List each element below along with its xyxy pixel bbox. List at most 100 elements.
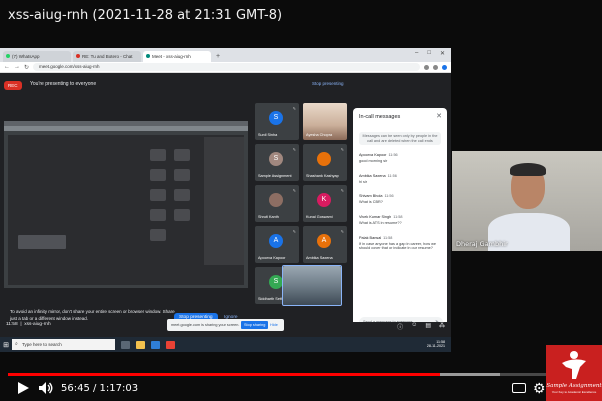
profile-avatar[interactable] [442,64,447,70]
presenter-hair [510,163,546,176]
tab-label: (7) WhatsApp [12,54,40,59]
browser-tabstrip: (7) WhatsApp RE: Tu and Botero - Chat Me… [0,48,451,62]
file-explorer-icon[interactable] [136,340,145,349]
participant-avatar: K [317,193,331,207]
chat-message: Apoorva Kapoor 11:56 good morning sir [359,153,443,163]
chrome-icon[interactable] [166,340,175,349]
infinity-mirror-preview [4,121,248,288]
message-time: 11:56 [384,194,394,198]
participant-tile[interactable]: K ✎ Kunal Goswami [303,185,347,222]
participant-avatar: S [269,111,283,125]
window-controls: – □ ✕ [415,50,445,57]
clock-date: 28-11-2021 [426,344,445,349]
pin-icon[interactable]: ✎ [341,188,344,193]
message-sender: Ambika Saxena [359,174,386,178]
message-text: good morning sir [359,158,388,163]
forward-icon[interactable]: → [14,64,20,70]
participant-avatar: S [269,152,283,166]
participant-tile[interactable]: S ✎ Sample Assignment [255,144,299,181]
subtitles-icon[interactable] [512,383,526,393]
mirror-tile [174,149,190,161]
participant-avatar: A [317,234,331,248]
pin-icon[interactable]: ✎ [341,229,344,234]
close-icon[interactable]: ✕ [440,50,445,57]
tab-label: RE: Tu and Botero - Chat [82,54,133,59]
participant-tile[interactable]: A ✎ Ambika Saxena [303,226,347,263]
message-sender: Vivek Kumar Singh [359,215,392,219]
tab-label: Meet - xss-aiug-rnh [152,54,191,59]
progress-buffered [440,373,500,376]
meeting-code: xss-aiug-rnh [24,322,51,327]
message-time: 11:56 [387,174,397,178]
pin-icon[interactable]: ✎ [293,106,296,111]
message-time: 11:58 [393,215,403,219]
minimize-icon[interactable]: – [415,50,418,57]
info-icon[interactable]: ⓘ [397,322,403,331]
stop-sharing-button[interactable]: Stop sharing [241,321,269,329]
extension-icon[interactable] [424,64,429,70]
volume-icon[interactable] [38,381,54,395]
mirror-tile [174,189,190,201]
address-bar: ← → ↻ meet.google.com/xss-aiug-rnh [0,62,451,73]
logo-figure-icon [562,351,586,379]
activities-icon[interactable]: ⁂ [439,322,445,331]
video-progress-bar[interactable] [8,373,594,376]
participant-name: Shruti Kanth [258,215,279,219]
participant-tile[interactable]: A ✎ Apoorva Kapoor [255,226,299,263]
chat-message: Ambika Saxena 11:56 hi sir [359,174,443,184]
meeting-time: 11:58 | xss-aiug-rnh [6,322,51,327]
gmail-icon [76,54,80,58]
participant-tile[interactable]: ✎ Shruti Kanth [255,185,299,222]
play-icon[interactable] [16,381,30,395]
participant-tile-self[interactable] [282,265,342,306]
system-clock[interactable]: 11:58 28-11-2021 [427,340,445,349]
browser-tab-active[interactable]: Meet - xss-aiug-rnh [143,51,211,62]
participant-tile[interactable]: S ✎ Sunil Sinha [255,103,299,140]
pin-icon[interactable]: ✎ [293,229,296,234]
maximize-icon[interactable]: □ [427,50,431,57]
share-notice-text: meet.google.com is sharing your screen. [171,323,240,327]
presenting-status: You're presenting to everyone [30,81,97,87]
reload-icon[interactable]: ↻ [24,64,29,71]
browser-tab[interactable]: RE: Tu and Botero - Chat [73,51,141,62]
mirror-chat-panel [204,137,244,265]
taskbar-search[interactable]: Type here to search [12,339,115,350]
participant-name: Kunal Goswami [306,215,333,219]
pin-icon[interactable]: ✎ [293,188,296,193]
chat-message: Palak Bansal 11:58 If in case anyone has … [359,236,443,251]
stop-presenting-link[interactable]: Stop presenting [312,81,344,86]
logo-tagline: Your Key to Academic Excellence [551,390,597,394]
mirror-addressbar [4,126,248,131]
settings-gear-icon[interactable]: ⚙ [533,380,546,397]
message-time: 11:58 [383,236,393,240]
extension-icon[interactable] [433,64,438,70]
message-sender: Shivam Bhola [359,194,383,198]
participant-tile[interactable]: ✎ Shashank Kashyap [303,144,347,181]
participant-tile[interactable]: Ayesha Chopra [303,103,347,140]
chat-message: Vivek Kumar Singh 11:58 What is ATS in re… [359,215,443,225]
screen-share-browser: (7) WhatsApp RE: Tu and Botero - Chat Me… [0,48,451,352]
message-sender: Apoorva Kapoor [359,153,387,157]
back-icon[interactable]: ← [4,64,10,70]
windows-start-icon[interactable]: ⊞ [0,341,12,349]
chat-icon[interactable]: ▤ [425,322,431,331]
participant-name: Apoorva Kapoor [258,256,286,260]
people-icon[interactable]: ☺ [411,322,417,331]
presenter-webcam: Dheraj Gambhir [452,151,602,251]
chat-message: Shivam Bhola 11:56 What is CBR? [359,194,443,204]
browser-tab[interactable]: (7) WhatsApp [3,51,71,62]
meet-bottom-bar: 11:58 | xss-aiug-rnh meet.google.com is … [0,319,451,336]
url-field[interactable]: meet.google.com/xss-aiug-rnh [33,63,420,71]
logo-name: Sample Assignment [546,383,602,389]
close-icon[interactable]: ✕ [436,112,442,120]
video-title: xss-aiug-rnh (2021-11-28 at 21:31 GMT-8) [8,8,283,23]
edge-icon[interactable] [151,340,160,349]
participant-name: Ayesha Chopra [306,133,333,137]
pin-icon[interactable]: ✎ [293,147,296,152]
task-view-icon[interactable] [121,340,130,349]
new-tab-icon[interactable]: + [213,51,220,62]
pin-icon[interactable]: ✎ [341,147,344,152]
mirror-tile [150,229,166,241]
hide-button[interactable]: Hide [270,319,278,331]
participant-name: Shashank Kashyap [306,174,339,178]
